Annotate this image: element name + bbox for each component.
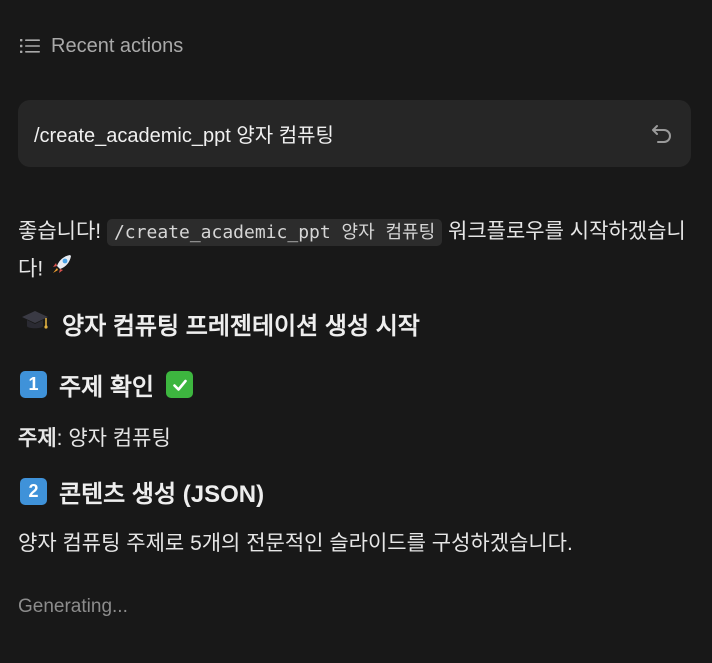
user-prompt-text: /create_academic_ppt 양자 컴퓨팅 [34,125,334,147]
section-title-text: 양자 컴퓨팅 프레젠테이션 생성 시작 [62,313,420,340]
topic-line: 주제: 양자 컴퓨팅 [18,422,171,452]
check-icon [166,371,193,398]
step-1-heading: 1 주제 확인 [20,367,193,402]
user-prompt-card[interactable]: /create_academic_ppt 양자 컴퓨팅 [18,100,691,167]
intro-command-code: /create_academic_ppt 양자 컴퓨팅 [106,219,443,246]
content-description: 양자 컴퓨팅 주제로 5개의 전문적인 슬라이드를 구성하겠습니다. [18,532,573,555]
intro-text-before: 좋습니다! [18,220,102,243]
assistant-intro-message: 좋습니다! /create_academic_ppt 양자 컴퓨팅 워크플로우를… [18,214,694,289]
step-2-title: 콘텐츠 생성 (JSON) [59,481,265,508]
step-1-number-badge: 1 [20,371,47,398]
topic-separator: : [56,427,63,450]
section-title: 양자 컴퓨팅 프레젠테이션 생성 시작 [20,306,420,341]
recent-actions-header[interactable]: Recent actions [19,34,183,58]
step-2-heading: 2 콘텐츠 생성 (JSON) [20,474,264,509]
step-1-title: 주제 확인 [59,374,154,401]
generating-status: Generating... [18,596,128,617]
step-2-number-badge: 2 [20,478,47,505]
topic-label: 주제 [18,427,57,450]
undo-icon[interactable] [649,121,675,147]
rocket-icon [49,251,75,289]
topic-value: 양자 컴퓨팅 [68,427,171,450]
recent-actions-title: Recent actions [51,34,184,57]
graduation-cap-icon [20,306,50,341]
list-icon [19,37,41,55]
